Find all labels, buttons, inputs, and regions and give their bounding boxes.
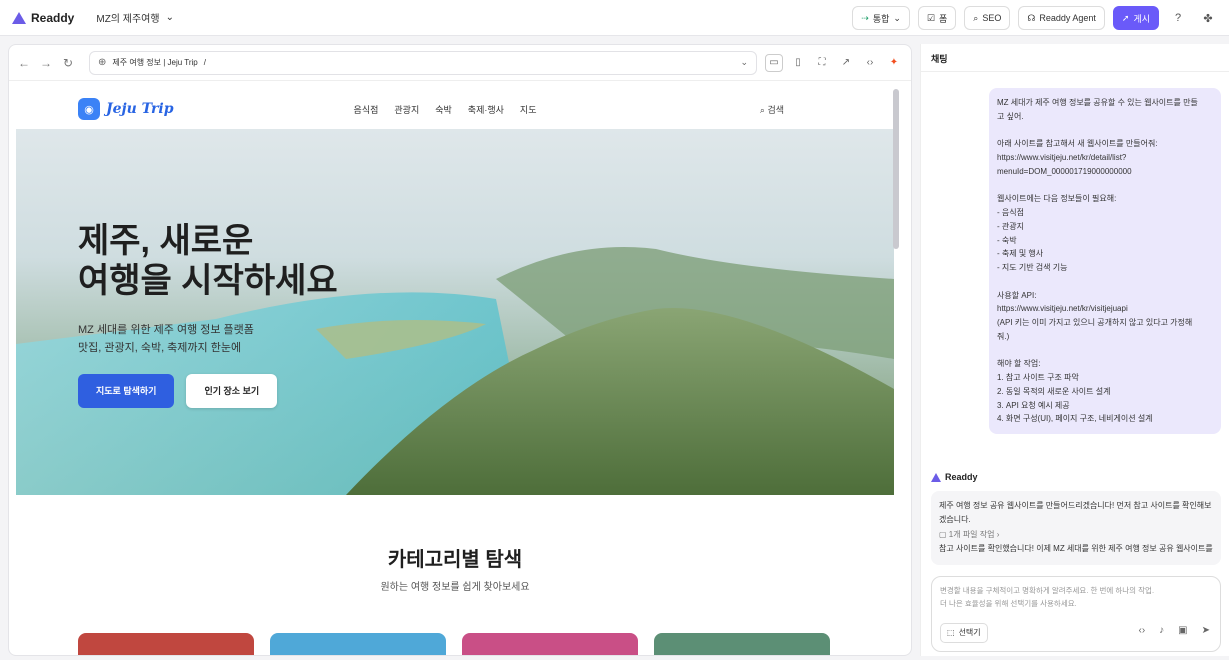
- rocket-icon: ➚: [1121, 12, 1130, 23]
- mobile-icon[interactable]: ▯: [789, 54, 807, 72]
- agent-button[interactable]: ☊ Readdy Agent: [1018, 6, 1105, 30]
- bot-message: 제주 여행 정보 공유 웹사이트를 만들어드리겠습니다! 먼저 참고 사이트를 …: [931, 491, 1221, 565]
- integration-icon: ⇢: [861, 12, 869, 23]
- app-name: Readdy: [31, 10, 75, 25]
- site-menu: 음식점 관광지 숙박 축제·행사 지도: [354, 103, 537, 116]
- category-card-food[interactable]: [78, 633, 254, 655]
- location-pin-icon: ◉: [78, 98, 100, 120]
- chevron-down-icon: ⌄: [893, 12, 901, 23]
- globe-icon: ⊕: [98, 57, 107, 68]
- url-path: /: [203, 58, 206, 67]
- integration-button[interactable]: ⇢ 통합 ⌄: [852, 6, 910, 30]
- category-section: 카테고리별 탐색 원하는 여행 정보를 쉽게 찾아보세요: [16, 495, 894, 655]
- desktop-icon[interactable]: ▭: [765, 53, 783, 72]
- category-card-attractions[interactable]: [270, 633, 446, 655]
- project-selector[interactable]: MZ의 제주여행 ⌄: [96, 10, 174, 25]
- site-search-label: 검색: [767, 104, 784, 115]
- scrollbar[interactable]: [893, 89, 899, 249]
- seo-button[interactable]: ⌕ SEO: [964, 6, 1011, 30]
- search-icon: ⌕: [973, 12, 979, 23]
- integration-label: 통합: [872, 13, 890, 24]
- agent-label: Readdy Agent: [1039, 13, 1096, 23]
- category-card-lodging[interactable]: [462, 633, 638, 655]
- external-link-icon[interactable]: ↗: [837, 54, 855, 72]
- address-bar: ← → ↻ ⊕ 제주 여행 정보 | Jeju Trip / ⌄ ▭ ▯ ⛶ ↗…: [9, 45, 911, 81]
- preview-browser: ← → ↻ ⊕ 제주 여행 정보 | Jeju Trip / ⌄ ▭ ▯ ⛶ ↗…: [8, 44, 912, 656]
- file-icon: ▢: [939, 530, 949, 540]
- chat-title: 채팅: [921, 44, 1229, 72]
- popular-places-button[interactable]: 인기 장소 보기: [186, 373, 278, 408]
- selector-button[interactable]: ⬚ 선택기: [940, 623, 988, 643]
- menu-item-map[interactable]: 지도: [520, 103, 537, 116]
- url-field[interactable]: ⊕ 제주 여행 정보 | Jeju Trip / ⌄: [89, 50, 757, 75]
- gift-icon[interactable]: ✤: [1197, 7, 1219, 29]
- form-button[interactable]: ☑ 폼: [917, 6, 957, 30]
- headset-icon: ☊: [1027, 12, 1036, 23]
- bot-message-more: 참고 사이트를 확인했습니다! 이제 MZ 세대를 위한 제주 여행 정보 공유…: [939, 543, 1213, 553]
- send-icon[interactable]: ➤: [1202, 622, 1210, 639]
- site-search[interactable]: ⌕ 검색: [760, 103, 784, 116]
- help-icon[interactable]: ?: [1167, 7, 1189, 29]
- url-title: 제주 여행 정보 | Jeju Trip: [112, 58, 198, 67]
- menu-item-attractions[interactable]: 관광지: [394, 103, 419, 116]
- chevron-down-icon[interactable]: ⌄: [740, 57, 748, 68]
- menu-item-food[interactable]: 음식점: [354, 103, 379, 116]
- microphone-icon[interactable]: ♪: [1159, 622, 1164, 639]
- menu-item-festivals[interactable]: 축제·행사: [468, 103, 504, 116]
- readdy-logo-icon: [931, 472, 941, 482]
- file-work-label: 1개 파일 작업: [948, 530, 995, 540]
- category-title: 카테고리별 탐색: [387, 549, 523, 571]
- site-viewport: ◉ Jeju Trip 음식점 관광지 숙박 축제·행사 지도 ⌕ 검색 제주, …: [16, 89, 894, 655]
- category-card-map[interactable]: [654, 633, 830, 655]
- project-name: MZ의 제주여행: [96, 14, 160, 25]
- app-logo[interactable]: Readdy: [12, 11, 74, 25]
- selector-icon: ⬚: [947, 628, 955, 638]
- form-icon: ☑: [926, 12, 935, 23]
- top-bar: Readdy MZ의 제주여행 ⌄ ⇢ 통합 ⌄ ☑ 폼 ⌕ SEO ☊ Readdy Ag…: [0, 0, 1229, 36]
- hero-section: 제주, 새로운 여행을 시작하세요 MZ 세대를 위한 제주 여행 정보 플랫폼…: [16, 129, 894, 495]
- chat-input-placeholder: 변경할 내용을 구체적이고 명확하게 알려주세요. 한 번에 하나의 작업. 더…: [940, 586, 1155, 608]
- code-icon[interactable]: ‹›: [1138, 622, 1145, 639]
- image-icon[interactable]: ▣: [1178, 622, 1187, 639]
- bot-message-text: 제주 여행 정보 공유 웹사이트를 만들어드리겠습니다! 먼저 참고 사이트를 …: [939, 501, 1212, 524]
- forward-icon[interactable]: →: [39, 56, 53, 70]
- code-icon[interactable]: ‹›: [861, 54, 879, 72]
- fullscreen-icon[interactable]: ⛶: [813, 54, 831, 72]
- file-work-link[interactable]: ▢ 1개 파일 작업 ›: [939, 528, 1213, 542]
- chevron-down-icon: ⌄: [165, 12, 174, 23]
- publish-label: 게시: [1133, 13, 1150, 24]
- hero-subtitle: MZ 세대를 위한 제주 여행 정보 플랫폼 맛집, 관광지, 숙박, 축제까지…: [78, 324, 254, 355]
- selector-label: 선택기: [958, 628, 981, 638]
- publish-button[interactable]: ➚ 게시: [1112, 6, 1159, 30]
- user-message: MZ 세대가 제주 여행 정보를 공유할 수 있는 웹사이트를 만들 고 싶어.…: [989, 88, 1221, 434]
- figma-icon[interactable]: ✦: [885, 54, 903, 72]
- readdy-logo-icon: [12, 11, 26, 24]
- hero-title: 제주, 새로운 여행을 시작하세요: [78, 222, 338, 301]
- chat-input[interactable]: 변경할 내용을 구체적이고 명확하게 알려주세요. 한 번에 하나의 작업. 더…: [931, 576, 1221, 652]
- category-subtitle: 원하는 여행 정보를 쉽게 찾아보세요: [380, 582, 530, 593]
- reload-icon[interactable]: ↻: [61, 56, 75, 70]
- bot-header: Readdy: [931, 472, 978, 482]
- form-label: 폼: [939, 13, 948, 24]
- site-logo-text: Jeju Trip: [106, 101, 174, 117]
- explore-map-button[interactable]: 지도로 탐색하기: [78, 373, 175, 408]
- bot-name: Readdy: [945, 472, 978, 482]
- site-logo[interactable]: ◉ Jeju Trip: [78, 98, 174, 120]
- menu-item-lodging[interactable]: 숙박: [435, 103, 452, 116]
- site-header: ◉ Jeju Trip 음식점 관광지 숙박 축제·행사 지도 ⌕ 검색: [16, 89, 894, 129]
- chat-panel: 채팅 MZ 세대가 제주 여행 정보를 공유할 수 있는 웹사이트를 만들 고 …: [920, 44, 1229, 656]
- back-icon[interactable]: ←: [17, 56, 31, 70]
- seo-label: SEO: [982, 13, 1002, 23]
